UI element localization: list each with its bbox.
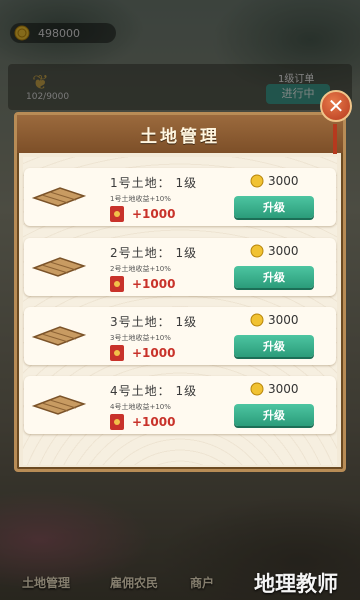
tassel-decoration xyxy=(333,124,337,154)
red-envelope-icon xyxy=(110,276,124,292)
plot-card: 1号土地： 1级 1号土地收益+10% +1000 3000 升级 xyxy=(24,168,336,226)
modal-header: 土地管理 xyxy=(17,115,343,153)
upgrade-button[interactable]: 升级 xyxy=(234,404,314,426)
upgrade-button[interactable]: 升级 xyxy=(234,266,314,288)
close-button[interactable]: ✕ xyxy=(320,90,352,122)
upgrade-button[interactable]: 升级 xyxy=(234,335,314,357)
plot-name: 3号土地： 1级 xyxy=(110,315,198,329)
red-envelope-icon xyxy=(110,414,124,430)
plot-bonus: 4号土地收益+10% xyxy=(110,403,171,411)
plot-reward: +1000 xyxy=(132,207,176,221)
coin-icon xyxy=(250,244,264,258)
plot-card: 4号土地： 1级 4号土地收益+10% +1000 3000 升级 xyxy=(24,376,336,434)
plot-name: 1号土地： 1级 xyxy=(110,176,198,190)
red-envelope-icon xyxy=(110,345,124,361)
coin-icon xyxy=(250,174,264,188)
plot-name: 2号土地： 1级 xyxy=(110,246,198,260)
plot-cost: 3000 xyxy=(268,382,299,396)
plot-cost: 3000 xyxy=(268,244,299,258)
plot-cost: 3000 xyxy=(268,174,299,188)
close-icon: ✕ xyxy=(327,94,345,118)
plank-icon xyxy=(31,257,86,277)
plot-card: 3号土地： 1级 3号土地收益+10% +1000 3000 升级 xyxy=(24,307,336,365)
watermark-text: 地理教师 xyxy=(254,572,338,596)
modal-title: 土地管理 xyxy=(140,126,220,147)
red-envelope-icon xyxy=(110,206,124,222)
plot-bonus: 2号土地收益+10% xyxy=(110,265,171,273)
plot-name: 4号土地： 1级 xyxy=(110,384,198,398)
plot-cost: 3000 xyxy=(268,313,299,327)
plot-card: 2号土地： 1级 2号土地收益+10% +1000 3000 升级 xyxy=(24,238,336,296)
plot-bonus: 3号土地收益+10% xyxy=(110,334,171,342)
coin-icon xyxy=(250,313,264,327)
plot-reward: +1000 xyxy=(132,277,176,291)
plot-bonus: 1号土地收益+10% xyxy=(110,195,171,203)
upgrade-button[interactable]: 升级 xyxy=(234,196,314,218)
plank-icon xyxy=(31,187,86,207)
plot-reward: +1000 xyxy=(132,346,176,360)
plot-reward: +1000 xyxy=(132,415,176,429)
coin-icon xyxy=(250,382,264,396)
plank-icon xyxy=(31,326,86,346)
plank-icon xyxy=(31,395,86,415)
